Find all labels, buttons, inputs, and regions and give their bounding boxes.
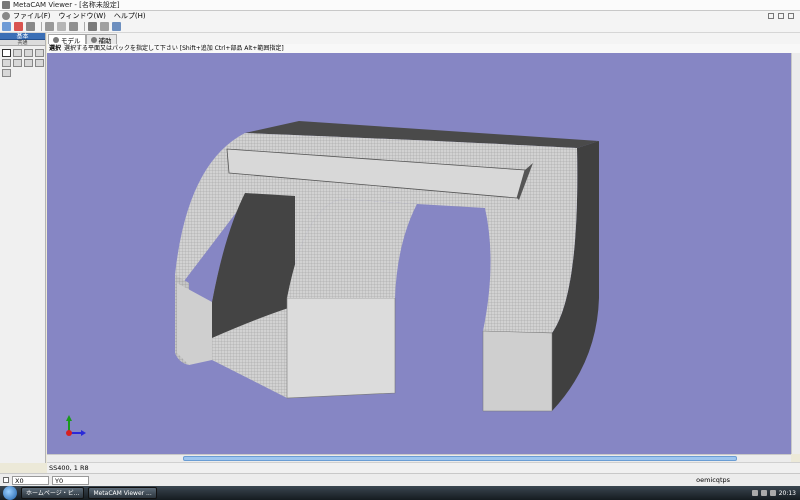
y-coordinate: Y0 — [52, 475, 89, 485]
scroll-thumb[interactable] — [183, 456, 737, 461]
coordinate-bar: X0 Y0 oemicqtps — [0, 473, 800, 486]
menu-help[interactable]: ヘルプ(H) — [114, 11, 146, 21]
tab-model-label: モデル — [61, 36, 81, 45]
tab-aux-label: 補助 — [98, 36, 112, 45]
hint-text: 選択する平面又はパックを指定して下さい [Shift+追加 Ctrl+部品 Al… — [64, 45, 284, 52]
horizontal-scrollbar[interactable] — [47, 454, 791, 462]
coord-checkbox[interactable] — [3, 477, 9, 483]
minimize-icon[interactable] — [768, 13, 774, 19]
query-icon[interactable] — [100, 22, 109, 31]
material-status: SS400, 1 R8 — [49, 464, 89, 472]
taskbar-button-homepage[interactable]: ホームページ・ビ... — [21, 487, 85, 499]
left-panel: 基本 共通 — [0, 33, 46, 463]
model-right-opening — [407, 204, 491, 331]
tool-grid — [0, 46, 45, 80]
model-icon[interactable] — [14, 22, 23, 31]
close-icon[interactable] — [788, 13, 794, 19]
start-button-icon[interactable] — [3, 486, 17, 500]
coord-right-text: oemicqtps — [696, 476, 730, 484]
axis-indicator — [66, 415, 86, 436]
menu-bar: ファイル(F) ウィンドウ(W) ヘルプ(H) — [0, 11, 800, 21]
zoom-icon[interactable] — [88, 22, 97, 31]
view-tool-icon[interactable] — [2, 59, 11, 67]
pencil-icon — [90, 36, 97, 43]
tab-aux[interactable]: 補助 — [85, 34, 117, 45]
print-icon[interactable] — [45, 22, 54, 31]
taskbar: ホームページ・ビ... MetaCAM Viewer ... 20:13 — [0, 486, 800, 500]
save-icon[interactable] — [26, 22, 35, 31]
panel-tab-basic[interactable]: 基本 — [0, 33, 45, 40]
volume-icon[interactable] — [760, 490, 767, 496]
status-bar: SS400, 1 R8 — [47, 462, 800, 473]
vertical-scrollbar[interactable] — [791, 53, 800, 454]
preview-icon[interactable] — [57, 22, 66, 31]
3d-viewport[interactable] — [47, 53, 791, 454]
view-tabs: モデル 補助 — [47, 33, 800, 45]
model-render — [66, 121, 599, 436]
cube-tool-icon[interactable] — [2, 69, 11, 77]
system-tray: 20:13 — [751, 489, 796, 497]
open-icon[interactable] — [2, 22, 11, 31]
query-tool-icon[interactable] — [13, 49, 22, 57]
model-tab-icon — [53, 36, 59, 43]
zoom-tool-icon[interactable] — [13, 59, 22, 67]
title-bar: MetaCAM Viewer - [名称未設定] — [0, 0, 800, 11]
ime-icon[interactable] — [769, 490, 776, 496]
taskbar-button-metacam[interactable]: MetaCAM Viewer ... — [88, 487, 157, 499]
menu-file[interactable]: ファイル(F) — [13, 11, 51, 21]
app-icon — [2, 1, 10, 9]
mdi-controls — [768, 13, 794, 19]
restore-icon[interactable] — [778, 13, 784, 19]
tab-model[interactable]: モデル — [48, 34, 86, 45]
measure-tool-icon[interactable] — [35, 49, 44, 57]
copy-icon[interactable] — [69, 22, 78, 31]
menu-window[interactable]: ウィンドウ(W) — [59, 11, 106, 21]
model-middle-panel — [286, 297, 396, 399]
hint-bar: 選択 選択する平面又はパックを指定して下さい [Shift+追加 Ctrl+部品 … — [47, 44, 800, 53]
toolbar-separator — [84, 22, 85, 31]
model-right-leg — [482, 330, 553, 412]
layer-tool-icon[interactable] — [35, 59, 44, 67]
hint-mode: 選択 — [49, 45, 62, 52]
window-title: MetaCAM Viewer - [名称未設定] — [13, 1, 120, 9]
network-icon[interactable] — [751, 490, 758, 496]
toolbar-separator — [41, 22, 42, 31]
x-coordinate: X0 — [12, 475, 49, 485]
text-tool-icon[interactable] — [24, 49, 33, 57]
axis-icon[interactable] — [112, 22, 121, 31]
document-icon[interactable] — [2, 12, 10, 20]
clock: 20:13 — [778, 489, 796, 497]
select-tool-icon[interactable] — [2, 49, 11, 57]
list-tool-icon[interactable] — [24, 59, 33, 67]
toolbar — [0, 21, 800, 33]
